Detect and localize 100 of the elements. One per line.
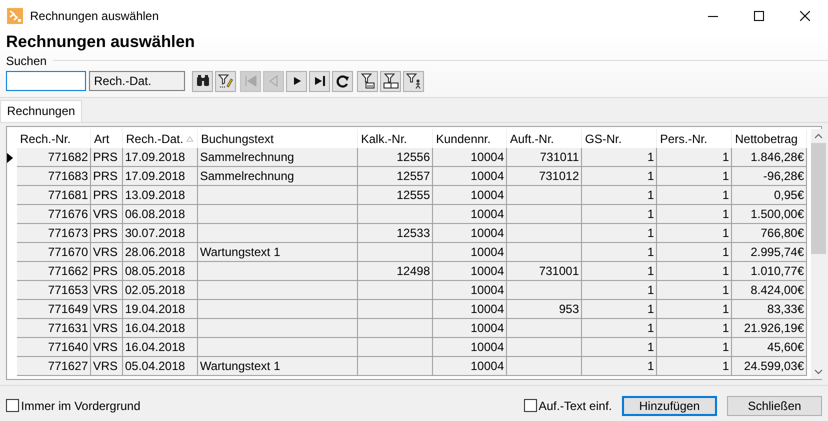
checkbox-label[interactable]: Auf.-Text einf. <box>538 398 612 412</box>
table-cell: 10004 <box>433 224 507 243</box>
table-cell: 1 <box>657 338 732 357</box>
app-icon <box>7 8 23 24</box>
table-cell: PRS <box>91 224 123 243</box>
table-cell: 10004 <box>433 319 507 338</box>
checkbox-label[interactable]: Immer im Vordergrund <box>21 398 140 412</box>
table-cell: 771662 <box>17 262 91 281</box>
column-header[interactable]: Art <box>91 129 123 148</box>
table-cell: 12533 <box>358 224 433 243</box>
table-cell: 766,80€ <box>732 224 807 243</box>
table-cell: -96,28€ <box>732 167 807 186</box>
table-cell: 10004 <box>433 357 507 376</box>
table-cell: 10004 <box>433 186 507 205</box>
table-cell: 06.08.2018 <box>123 205 198 224</box>
close-icon[interactable] <box>800 11 810 21</box>
table-cell: 1 <box>582 300 657 319</box>
table-cell: 1 <box>657 186 732 205</box>
table-cell: 12498 <box>358 262 433 281</box>
filter-button[interactable] <box>380 70 401 92</box>
filter-button[interactable] <box>403 70 424 92</box>
table-cell: 1 <box>582 148 657 167</box>
table-cell: PRS <box>91 167 123 186</box>
table-cell: 10004 <box>433 243 507 262</box>
table-cell: 1.500,00€ <box>732 205 807 224</box>
column-header[interactable]: Auft.-Nr. <box>507 129 582 148</box>
table-cell: 1 <box>657 262 732 281</box>
table-cell: 1 <box>657 300 732 319</box>
table-cell: VRS <box>91 357 123 376</box>
table-cell: 02.05.2018 <box>123 281 198 300</box>
first-record-icon <box>242 73 258 89</box>
table-cell: 13.09.2018 <box>123 186 198 205</box>
table-cell: 1 <box>582 224 657 243</box>
refresh-button[interactable] <box>332 70 353 92</box>
table-cell: 10004 <box>433 205 507 224</box>
table-cell: 1.846,28€ <box>732 148 807 167</box>
table-cell: 21.926,19€ <box>732 319 807 338</box>
search-field[interactable] <box>6 71 86 91</box>
checkbox[interactable] <box>524 399 537 412</box>
table-cell: 1 <box>582 338 657 357</box>
table-cell: 1 <box>657 319 732 338</box>
add-button[interactable]: Hinzufügen <box>622 396 717 416</box>
table-cell: VRS <box>91 319 123 338</box>
table-cell: 1 <box>657 357 732 376</box>
table-cell: 771682 <box>17 148 91 167</box>
table-cell: VRS <box>91 205 123 224</box>
table-cell: 771649 <box>17 300 91 319</box>
refresh-icon <box>334 73 350 89</box>
table-cell: Sammelrechnung <box>198 148 358 167</box>
filter-icon <box>382 73 398 89</box>
search-button[interactable] <box>192 70 213 92</box>
window-title: Rechnungen auswählen <box>30 9 159 23</box>
table-cell: 771627 <box>17 357 91 376</box>
table-cell: 16.04.2018 <box>123 338 198 357</box>
checkbox[interactable] <box>6 399 19 412</box>
table-cell: 10004 <box>433 300 507 319</box>
table-cell: 17.09.2018 <box>123 148 198 167</box>
table-cell: 731001 <box>507 262 582 281</box>
table-cell: 17.09.2018 <box>123 167 198 186</box>
table-cell: 1 <box>582 281 657 300</box>
table-cell: 1 <box>657 281 732 300</box>
edit-filter-button[interactable] <box>215 70 236 92</box>
table-cell: 10004 <box>433 338 507 357</box>
last-button[interactable] <box>309 70 330 92</box>
table-cell: 1 <box>582 186 657 205</box>
scrollbar[interactable] <box>811 129 826 379</box>
binoculars-icon <box>194 73 210 89</box>
maximize-icon[interactable] <box>754 11 764 21</box>
table-cell: 731011 <box>507 148 582 167</box>
filter-button[interactable] <box>357 70 378 92</box>
table-cell: 2.995,74€ <box>732 243 807 262</box>
table-cell: 08.05.2018 <box>123 262 198 281</box>
table-cell: PRS <box>91 262 123 281</box>
table-cell: Wartungstext 1 <box>198 243 358 262</box>
dialog-title: Rechnungen auswählen <box>6 32 196 53</box>
table-cell: 16.04.2018 <box>123 319 198 338</box>
filter-pencil-icon <box>218 73 234 89</box>
table-cell: VRS <box>91 338 123 357</box>
table-cell: 45,60€ <box>732 338 807 357</box>
table-cell: 30.07.2018 <box>123 224 198 243</box>
table-cell: VRS <box>91 300 123 319</box>
table-cell: 771653 <box>17 281 91 300</box>
table-cell: 771670 <box>17 243 91 262</box>
next-button[interactable] <box>286 70 307 92</box>
table-cell: 771683 <box>17 167 91 186</box>
table-cell: 24.599,03€ <box>732 357 807 376</box>
table-cell: 771673 <box>17 224 91 243</box>
close-dialog-button[interactable]: Schließen <box>727 396 822 416</box>
table-cell: Sammelrechnung <box>198 167 358 186</box>
table-cell: 1 <box>582 357 657 376</box>
table-cell: 1.010,77€ <box>732 262 807 281</box>
sort-field[interactable]: Rech.-Dat. <box>89 71 185 91</box>
table-cell: 1 <box>657 224 732 243</box>
table-cell: 12555 <box>358 186 433 205</box>
search-label: Suchen <box>6 54 47 68</box>
table-cell: VRS <box>91 243 123 262</box>
table-cell: 05.04.2018 <box>123 357 198 376</box>
table-cell: 10004 <box>433 281 507 300</box>
tab[interactable]: Rechnungen <box>0 100 82 122</box>
table-cell: 1 <box>582 167 657 186</box>
